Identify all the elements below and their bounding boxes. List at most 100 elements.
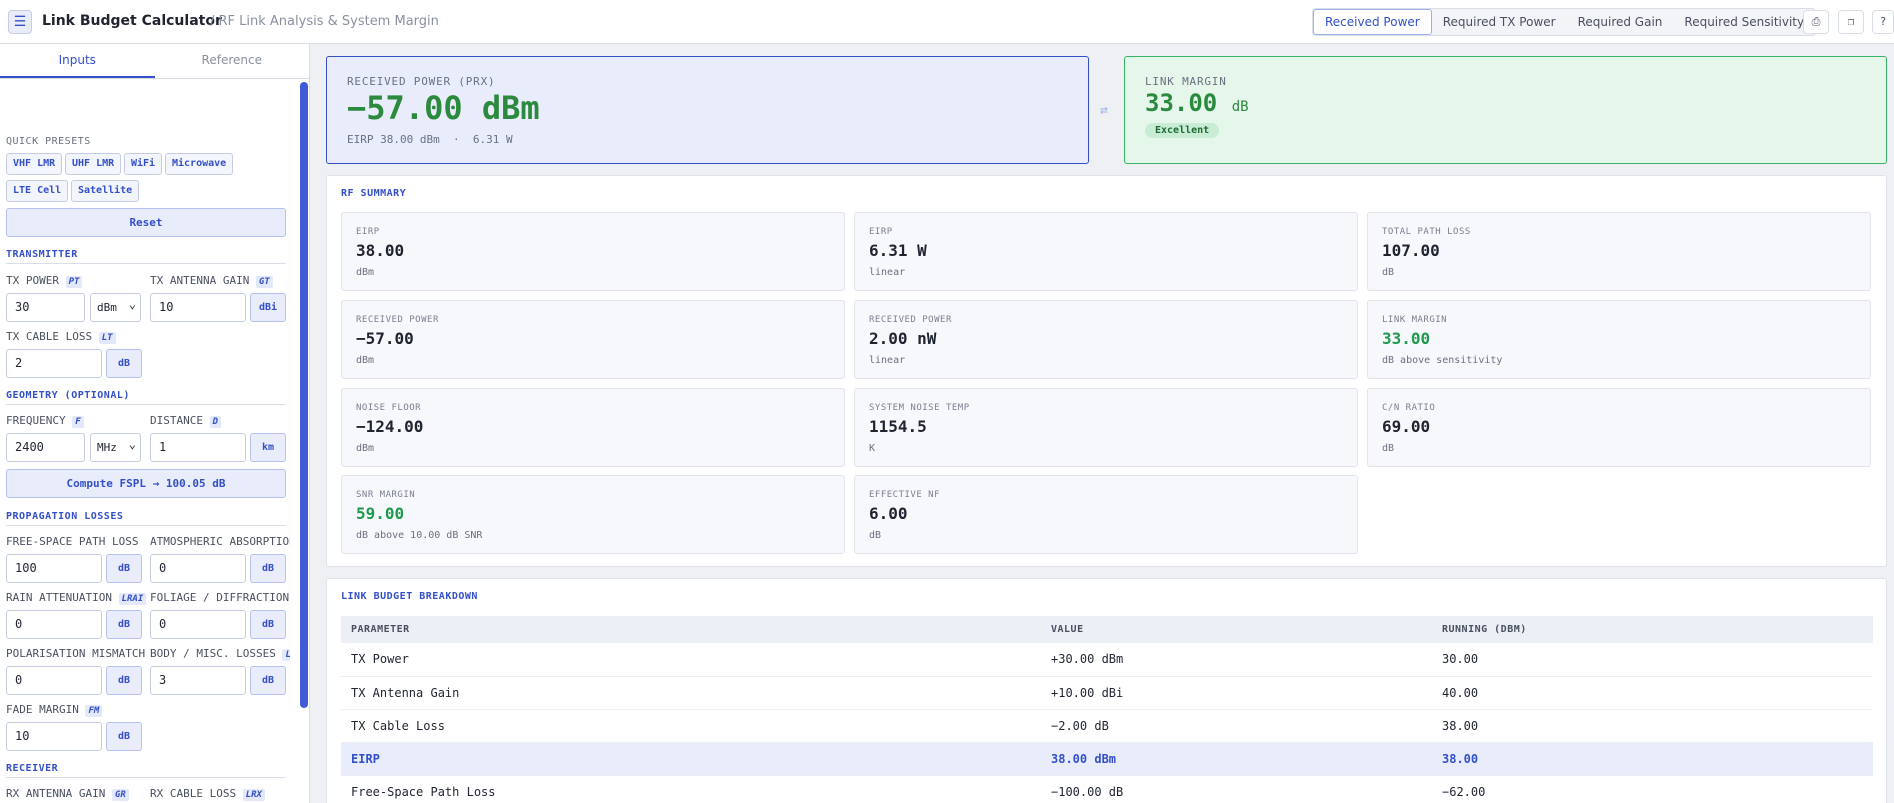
fade-input[interactable]: 10 xyxy=(6,722,102,751)
card-label: RECEIVED POWER xyxy=(869,315,952,325)
rain-input[interactable]: 0 xyxy=(6,610,102,639)
app-subtitle: / RF Link Analysis & System Margin xyxy=(210,14,439,29)
preset-lte-cell[interactable]: LTE Cell xyxy=(6,180,69,202)
hamburger-icon: ☰ xyxy=(13,14,27,30)
summary-card: NOISE FLOOR −124.00 dBm xyxy=(341,388,845,467)
rx-cable-label: RX CABLE LOSS LRX xyxy=(150,787,290,801)
card-unit: dBm xyxy=(356,443,375,454)
cell-param: TX Power xyxy=(341,643,1041,677)
prx-label: RECEIVED POWER (PRX) xyxy=(347,75,496,88)
compute-fspl-button[interactable]: Compute FSPL → 100.05 dB xyxy=(6,469,286,498)
cell-value: +30.00 dBm xyxy=(1041,643,1432,677)
card-unit: dB xyxy=(1382,267,1395,278)
distance-unit: km xyxy=(250,433,286,462)
cell-value: −100.00 dB xyxy=(1041,775,1432,803)
rx-gain-label: RX ANTENNA GAIN GR xyxy=(6,787,146,801)
card-label: EIRP xyxy=(356,227,380,237)
sidebar-scrollbar[interactable] xyxy=(300,82,308,708)
card-value: 69.00 xyxy=(1382,417,1431,436)
summary-card: LINK MARGIN 33.00 dB above sensitivity xyxy=(1367,300,1871,379)
preset-microwave[interactable]: Microwave xyxy=(165,153,234,175)
summary-card: RECEIVED POWER 2.00 nW linear xyxy=(854,300,1358,379)
cell-param: EIRP xyxy=(341,742,1041,776)
card-unit: dB xyxy=(1382,443,1395,454)
margin-label: LINK MARGIN xyxy=(1145,75,1227,88)
card-unit: dBm xyxy=(356,355,375,366)
presets-label: QUICK PRESETS xyxy=(6,136,91,147)
geometry-heading: GEOMETRY (OPTIONAL) xyxy=(6,390,286,405)
card-unit: linear xyxy=(869,355,906,366)
copy-button[interactable]: ❐ xyxy=(1838,10,1864,34)
card-label: SNR MARGIN xyxy=(356,490,416,500)
card-value: 59.00 xyxy=(356,504,405,523)
cell-running: 38.00 xyxy=(1432,709,1873,743)
tx-power-unit-select[interactable]: dBm xyxy=(90,291,141,322)
cell-value: −2.00 dB xyxy=(1041,709,1432,743)
breakdown-rows: TX Power +30.00 dBm 30.00 TX Antenna Gain +1… xyxy=(341,643,1873,803)
tx-cable-input[interactable]: 2 xyxy=(6,349,102,378)
preset-vhf-lmr[interactable]: VHF LMR xyxy=(6,153,63,175)
tx-cable-label: TX CABLE LOSS LT xyxy=(6,330,146,344)
tab-required-sensitivity[interactable]: Required Sensitivity xyxy=(1673,9,1815,35)
preset-wifi[interactable]: WiFi xyxy=(124,153,163,175)
breakdown-table: PARAMETER VALUE RUNNING (DBM) TX Power +3… xyxy=(341,616,1873,803)
tab-required-gain[interactable]: Required Gain xyxy=(1567,9,1674,35)
help-button[interactable]: ? xyxy=(1872,10,1894,34)
copy-icon: ❐ xyxy=(1847,15,1855,28)
card-unit: dBm xyxy=(356,267,375,278)
cell-value: +10.00 dBi xyxy=(1041,676,1432,710)
card-unit: linear xyxy=(869,267,906,278)
cell-running: 30.00 xyxy=(1432,643,1873,677)
atmos-unit: dB xyxy=(250,554,286,583)
tab-received-power[interactable]: Received Power xyxy=(1313,9,1432,35)
tx-gain-unit: dBi xyxy=(250,293,286,322)
summary-card: EIRP 6.31 W linear xyxy=(854,212,1358,291)
polar-input[interactable]: 0 xyxy=(6,666,102,695)
body-label: BODY / MISC. LOSSES L xyxy=(150,647,290,661)
foliage-label: FOLIAGE / DIFFRACTION xyxy=(150,591,290,604)
sidebar-tabs: Inputs Reference xyxy=(0,44,309,79)
propagation-heading: PROPAGATION LOSSES xyxy=(6,511,286,526)
frequency-unit-select[interactable]: MHz xyxy=(90,431,141,462)
swap-icon: ⇄ xyxy=(1100,103,1108,118)
received-power-hero: RECEIVED POWER (PRX) −57.00 dBm EIRP 38.… xyxy=(326,56,1089,164)
frequency-input[interactable]: 2400 xyxy=(6,433,85,462)
fspl-unit: dB xyxy=(106,554,142,583)
rf-summary-title: RF SUMMARY xyxy=(341,188,407,199)
fade-label: FADE MARGIN FM xyxy=(6,703,146,717)
fspl-input[interactable]: 100 xyxy=(6,554,102,583)
card-value: 38.00 xyxy=(356,241,405,260)
table-header-row: PARAMETER VALUE RUNNING (DBM) xyxy=(341,616,1873,643)
fade-unit: dB xyxy=(106,722,142,751)
foliage-input[interactable]: 0 xyxy=(150,610,246,639)
body-input[interactable]: 3 xyxy=(150,666,246,695)
distance-input[interactable]: 1 xyxy=(150,433,246,462)
prx-value: −57.00 dBm xyxy=(347,89,540,127)
link-margin-hero: LINK MARGIN 33.00 dB Excellent xyxy=(1124,56,1887,164)
summary-card: TOTAL PATH LOSS 107.00 dB xyxy=(1367,212,1871,291)
summary-card: SYSTEM NOISE TEMP 1154.5 K xyxy=(854,388,1358,467)
breakdown-panel: LINK BUDGET BREAKDOWN PARAMETER VALUE RU… xyxy=(326,578,1887,803)
tab-inputs[interactable]: Inputs xyxy=(0,44,155,78)
card-label: LINK MARGIN xyxy=(1382,315,1448,325)
reset-button[interactable]: Reset xyxy=(6,208,286,237)
preset-satellite[interactable]: Satellite xyxy=(71,180,140,202)
tx-gain-input[interactable]: 10 xyxy=(150,293,246,322)
app-title: Link Budget Calculator xyxy=(42,13,222,29)
tab-required-tx-power[interactable]: Required TX Power xyxy=(1432,9,1567,35)
table-row: TX Antenna Gain +10.00 dBi 40.00 xyxy=(341,676,1873,710)
polar-unit: dB xyxy=(106,666,142,695)
export-button[interactable]: ⎙ xyxy=(1803,10,1829,34)
fspl-label: FREE-SPACE PATH LOSS xyxy=(6,535,139,548)
atmos-input[interactable]: 0 xyxy=(150,554,246,583)
card-unit: dB xyxy=(869,530,882,541)
prx-subtext: EIRP 38.00 dBm · 6.31 W xyxy=(347,133,513,146)
frequency-label: FREQUENCY F xyxy=(6,414,146,428)
preset-uhf-lmr[interactable]: UHF LMR xyxy=(65,153,122,175)
tab-reference[interactable]: Reference xyxy=(155,44,310,78)
summary-card: C/N RATIO 69.00 dB xyxy=(1367,388,1871,467)
tx-power-input[interactable]: 30 xyxy=(6,293,85,322)
menu-button[interactable]: ☰ xyxy=(8,10,32,34)
margin-value: 33.00 dB xyxy=(1145,89,1249,117)
summary-card: SNR MARGIN 59.00 dB above 10.00 dB SNR xyxy=(341,475,845,554)
